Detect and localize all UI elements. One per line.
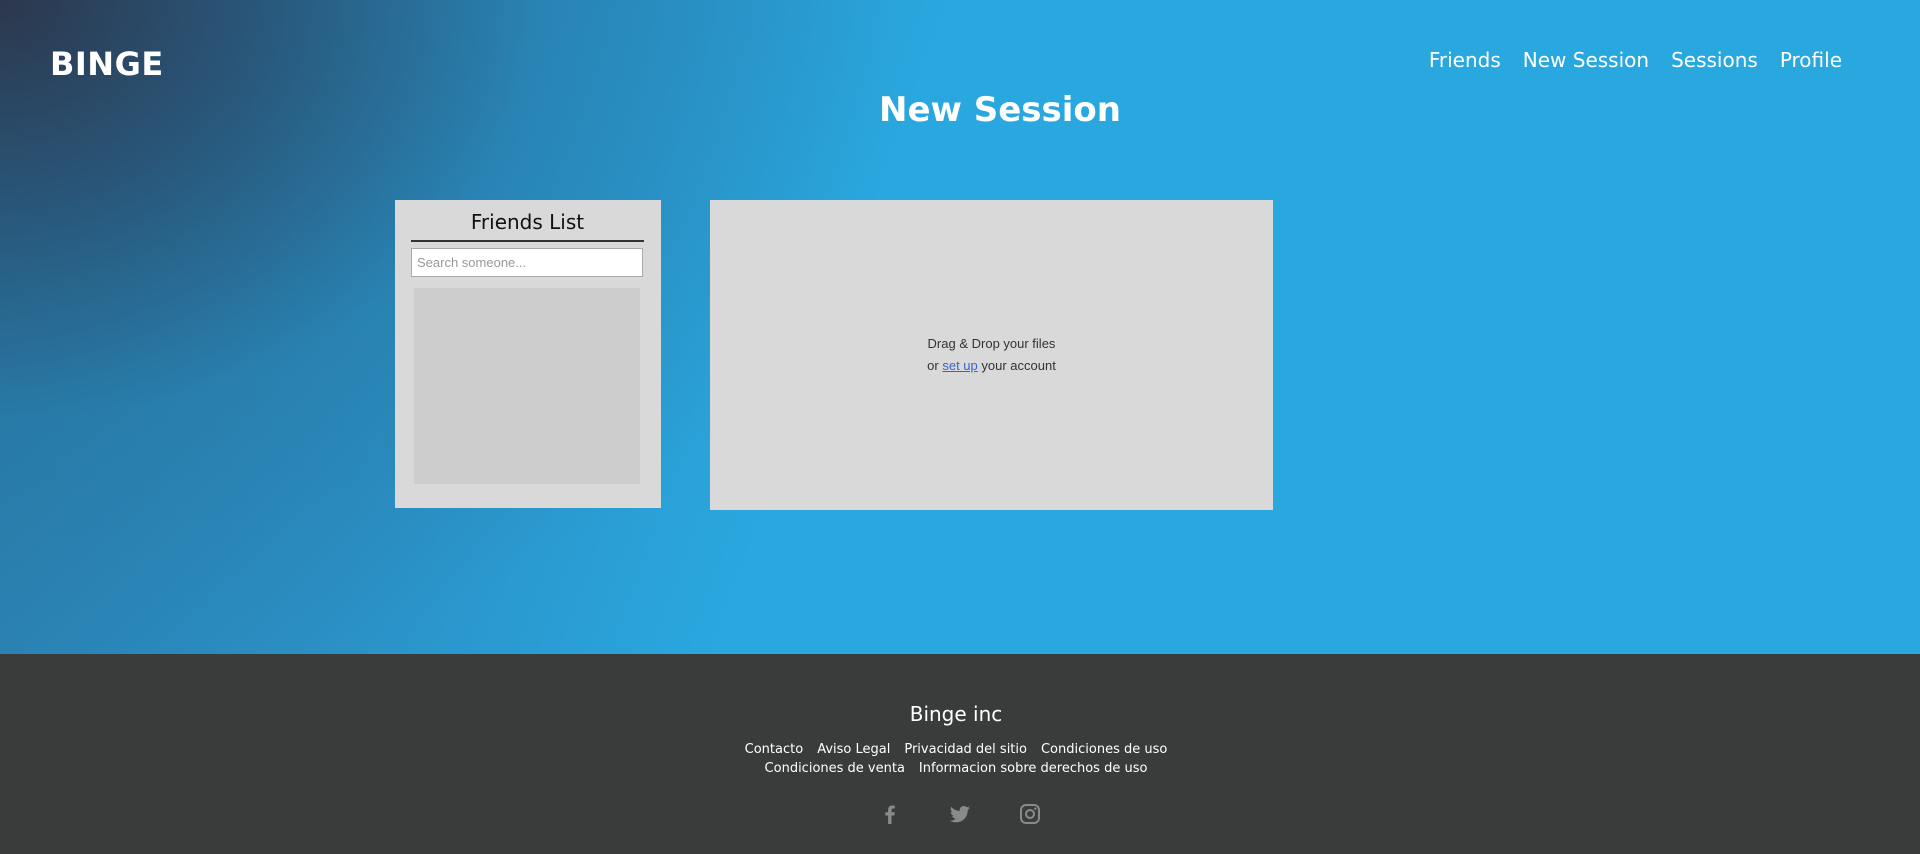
friends-search-input[interactable]	[411, 248, 643, 277]
logo[interactable]: BINGE	[50, 45, 164, 83]
nav-new-session[interactable]: New Session	[1523, 48, 1649, 72]
footer-link-derechos-uso[interactable]: Informacion sobre derechos de uso	[919, 759, 1148, 778]
twitter-icon[interactable]	[948, 802, 972, 826]
main-nav: Friends New Session Sessions Profile	[1429, 48, 1842, 72]
social-links	[0, 802, 1920, 826]
footer-link-privacidad[interactable]: Privacidad del sitio	[904, 740, 1027, 759]
nav-friends[interactable]: Friends	[1429, 48, 1501, 72]
page-title: New Session	[878, 90, 1121, 130]
footer-link-condiciones-uso[interactable]: Condiciones de uso	[1041, 740, 1167, 759]
drop-zone-subtext: or set up your account	[927, 358, 1056, 373]
footer-link-condiciones-venta[interactable]: Condiciones de venta	[765, 759, 905, 778]
friends-panel: Friends List	[395, 200, 661, 508]
file-drop-zone[interactable]: Drag & Drop your files or set up your ac…	[710, 200, 1273, 510]
facebook-icon[interactable]	[878, 802, 902, 826]
setup-account-link[interactable]: set up	[942, 358, 977, 373]
footer: Binge inc Contacto Aviso Legal Privacida…	[0, 654, 1920, 854]
friends-list-title: Friends List	[411, 210, 644, 242]
instagram-icon[interactable]	[1018, 802, 1042, 826]
footer-brand: Binge inc	[909, 702, 1003, 726]
nav-profile[interactable]: Profile	[1780, 48, 1842, 72]
footer-links: Contacto Aviso Legal Privacidad del siti…	[0, 740, 1912, 778]
footer-link-contacto[interactable]: Contacto	[745, 740, 804, 759]
footer-link-aviso-legal[interactable]: Aviso Legal	[817, 740, 890, 759]
hero-section: BINGE Friends New Session Sessions Profi…	[0, 0, 1920, 654]
drop-zone-text: Drag & Drop your files	[927, 336, 1056, 351]
friends-list[interactable]	[414, 288, 640, 484]
nav-sessions[interactable]: Sessions	[1671, 48, 1758, 72]
